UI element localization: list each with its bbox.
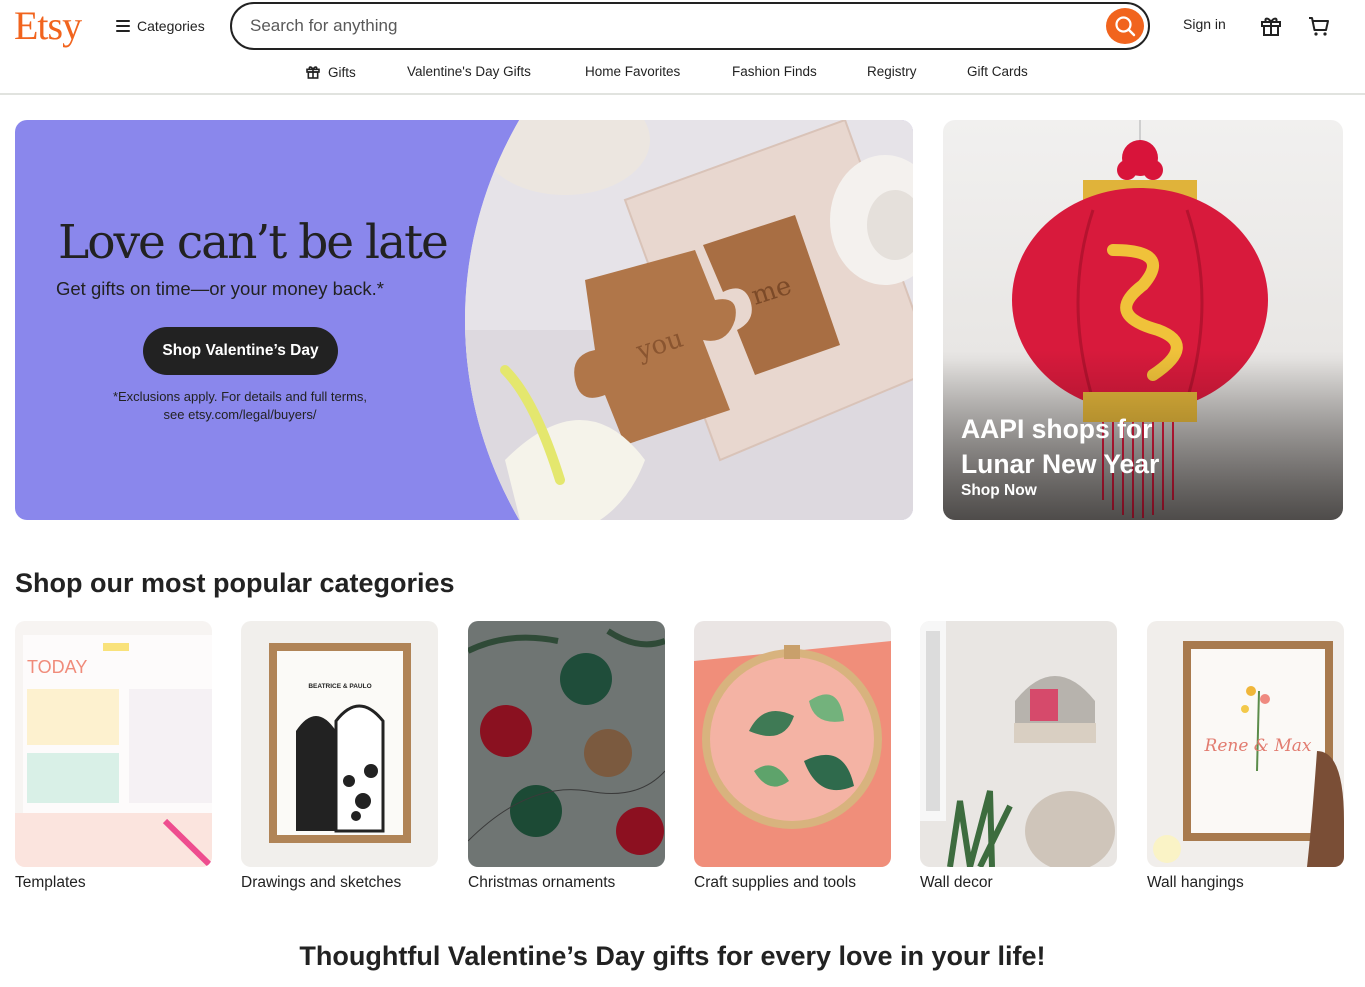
print-names: BEATRICE & PAULO — [308, 683, 371, 690]
category-label: Templates — [15, 874, 86, 891]
category-card-wall-hangings[interactable]: Rene & Max Wall hangings — [1147, 621, 1344, 892]
nav-item-registry[interactable]: Registry — [867, 64, 917, 79]
cart-icon — [1309, 17, 1329, 36]
search-bar — [230, 2, 1150, 50]
nav-item-fashion-finds[interactable]: Fashion Finds — [732, 64, 817, 79]
hero-photo: you me — [465, 120, 913, 520]
category-label: Christmas ornaments — [468, 874, 616, 891]
nav-item-home-favorites[interactable]: Home Favorites — [585, 64, 680, 79]
category-label: Craft supplies and tools — [694, 874, 856, 891]
category-label: Wall decor — [920, 874, 993, 891]
hero-subtitle: Get gifts on time—or your money back.* — [56, 278, 384, 299]
category-image: Rene & Max — [1147, 621, 1344, 867]
lunar-new-year-promo[interactable]: AAPI shops for Lunar New Year Shop Now — [943, 120, 1343, 520]
etsy-logo[interactable]: Etsy — [14, 2, 82, 49]
nav-item-gift-cards[interactable]: Gift Cards — [967, 64, 1028, 79]
category-card-wall-decor[interactable]: Wall decor — [920, 621, 1117, 892]
template-heading: TODAY — [27, 657, 87, 677]
search-input[interactable] — [250, 14, 1090, 38]
menu-icon — [116, 20, 130, 32]
promo-title: AAPI shops for Lunar New Year — [961, 414, 1160, 479]
search-icon — [1115, 16, 1136, 37]
gift-icon — [1261, 17, 1281, 36]
hero-banner: you me Love can’t be late Get gifts on t… — [15, 120, 913, 520]
hero-fine-print: *Exclusions apply. For details and full … — [112, 389, 368, 422]
category-card-christmas-ornaments[interactable]: Christmas ornaments — [468, 621, 665, 892]
nav-item-valentines[interactable]: Valentine's Day Gifts — [407, 64, 531, 79]
category-image — [468, 621, 665, 867]
category-image — [920, 621, 1117, 867]
nav-item-label: Gifts — [328, 64, 356, 80]
promo-shop-now-link[interactable]: Shop Now — [961, 482, 1037, 500]
cart-button[interactable] — [1306, 13, 1332, 39]
categories-button[interactable]: Categories — [116, 15, 205, 37]
categories-label: Categories — [137, 18, 205, 34]
category-image — [694, 621, 891, 867]
category-label: Wall hangings — [1147, 874, 1244, 891]
category-card-drawings[interactable]: BEATRICE & PAULO Drawings and sketches — [241, 621, 438, 892]
shop-valentines-button[interactable]: Shop Valentine’s Day — [143, 327, 338, 375]
gift-mode-button[interactable] — [1258, 13, 1284, 39]
category-card-craft-supplies[interactable]: Craft supplies and tools — [694, 621, 891, 892]
category-card-templates[interactable]: TODAY Templates — [15, 621, 212, 892]
category-image: TODAY — [15, 621, 212, 867]
category-label: Drawings and sketches — [241, 874, 402, 891]
print-names: Rene & Max — [1204, 736, 1312, 756]
gift-icon — [306, 66, 320, 79]
category-nav: Gifts Valentine's Day Gifts Home Favorit… — [0, 52, 1365, 95]
search-button[interactable] — [1106, 8, 1144, 44]
category-image: BEATRICE & PAULO — [241, 621, 438, 867]
sign-in-link[interactable]: Sign in — [1183, 16, 1226, 32]
categories-section-title: Shop our most popular categories — [15, 568, 455, 598]
hero-title: Love can’t be late — [58, 215, 449, 270]
valentines-section-title: Thoughtful Valentine’s Day gifts for eve… — [299, 941, 1046, 971]
site-header: Etsy Categories Sign in — [0, 0, 1365, 52]
nav-item-gifts[interactable]: Gifts — [305, 64, 356, 80]
puzzle-card-illustration: you me — [465, 120, 913, 520]
